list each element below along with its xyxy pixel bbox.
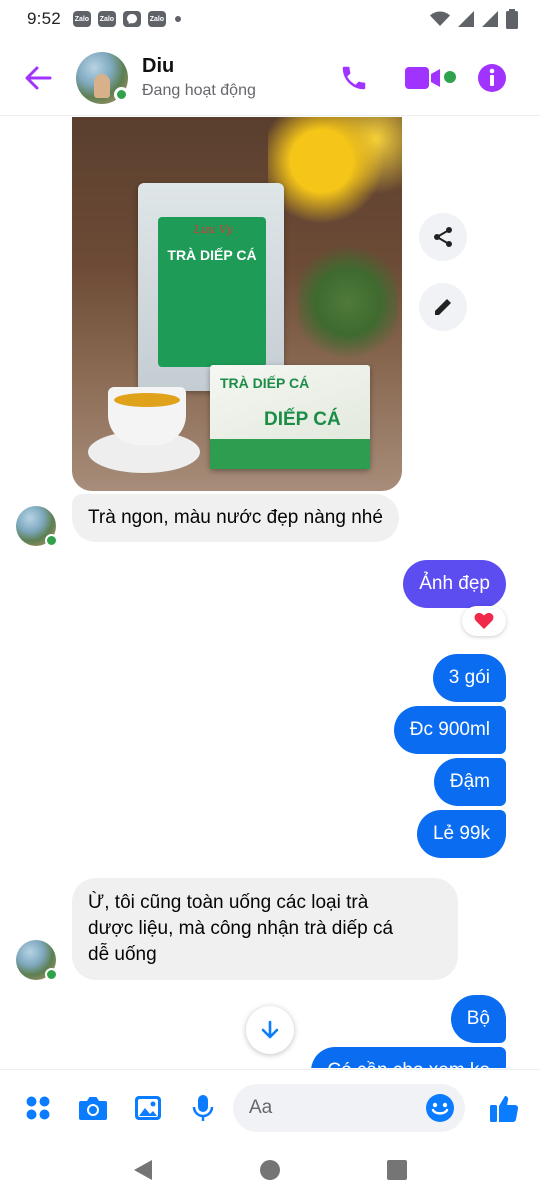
wifi-icon	[430, 11, 450, 26]
system-navigation-bar	[0, 1145, 540, 1200]
message-composer: Aa	[0, 1069, 540, 1145]
camera-icon	[79, 1097, 107, 1120]
arrow-left-icon	[25, 66, 52, 89]
message-bubble-incoming[interactable]: Ừ, tôi cũng toàn uống các loại trà dược …	[72, 878, 458, 980]
message-bubble-outgoing[interactable]: Ảnh đẹp	[403, 560, 506, 608]
message-bubble-outgoing[interactable]: Đc 900ml	[393, 706, 506, 754]
phone-icon	[342, 66, 366, 89]
square-recents-icon	[386, 1160, 407, 1180]
video-active-dot	[444, 70, 456, 83]
message-bubble-outgoing[interactable]: 3 gói	[432, 654, 506, 702]
scroll-to-bottom-button[interactable]	[246, 1006, 294, 1054]
like-button[interactable]	[484, 1088, 524, 1128]
photo-box-title-large: DIẾP CÁ	[264, 409, 341, 430]
signal-icon	[482, 11, 498, 27]
triangle-back-icon	[134, 1160, 153, 1180]
four-dots-icon	[26, 1096, 50, 1120]
more-actions-button[interactable]	[18, 1088, 58, 1128]
battery-icon	[506, 9, 518, 29]
arrow-down-icon	[261, 1020, 279, 1039]
photo-tea-box: TRÀ DIẾP CÁ DIẾP CÁ	[210, 365, 370, 469]
message-line: dễ uống	[88, 944, 157, 965]
zalo-notification-icon: Zalo	[97, 11, 116, 27]
more-notifications-icon	[174, 16, 181, 22]
message-bubble-outgoing[interactable]: Đậm	[433, 758, 506, 806]
gallery-button[interactable]	[128, 1088, 168, 1128]
nav-home-button[interactable]	[259, 1159, 281, 1186]
message-bubble-outgoing[interactable]: Có cần cho xem ko	[311, 1047, 506, 1068]
circle-home-icon	[259, 1160, 280, 1180]
back-button[interactable]	[18, 58, 58, 98]
share-button[interactable]	[419, 213, 467, 261]
message-input-placeholder: Aa	[249, 1097, 273, 1118]
share-icon	[434, 227, 452, 247]
sender-avatar[interactable]	[16, 940, 58, 981]
edit-button[interactable]	[419, 283, 467, 331]
thumbs-up-icon	[490, 1096, 519, 1123]
heart-reaction[interactable]	[462, 606, 506, 636]
image-icon	[135, 1096, 161, 1120]
nav-back-button[interactable]	[132, 1158, 154, 1187]
zalo-notification-icon: Zalo	[72, 11, 91, 27]
voice-message-button[interactable]	[183, 1088, 223, 1128]
online-indicator	[114, 86, 129, 102]
info-button[interactable]	[472, 58, 512, 98]
messenger-notification-icon	[122, 11, 141, 27]
video-camera-icon	[405, 66, 440, 89]
contact-status: Đang hoạt động	[142, 82, 256, 99]
message-bubble-outgoing[interactable]: Bộ	[450, 995, 506, 1043]
heart-icon	[474, 613, 494, 629]
contact-info[interactable]: Diu Đang hoạt động	[142, 55, 256, 100]
emoji-button[interactable]	[425, 1093, 455, 1128]
message-list[interactable]: Lưu Vy TRÀ DIẾP CÁ TRÀ DIẾP CÁ DIẾP CÁ T…	[0, 117, 540, 1068]
message-input[interactable]: Aa	[233, 1084, 465, 1132]
microphone-icon	[192, 1095, 214, 1121]
message-bubble-outgoing[interactable]: Lẻ 99k	[416, 810, 506, 858]
photo-plant	[298, 237, 398, 367]
signal-icon	[458, 11, 474, 27]
photo-tea	[114, 393, 180, 407]
photo-tea-bag: Lưu Vy TRÀ DIẾP CÁ	[138, 183, 284, 391]
status-bar: 9:52 Zalo Zalo Zalo	[0, 0, 540, 38]
zalo-notification-icon: Zalo	[147, 11, 166, 27]
photo-bag-title: TRÀ DIẾP CÁ	[167, 247, 257, 263]
pencil-icon	[435, 299, 451, 315]
smiley-icon	[426, 1094, 454, 1122]
message-line: Ừ, tôi cũng toàn uống các loại trà	[88, 892, 369, 913]
photo-box-title: TRÀ DIẾP CÁ	[220, 375, 310, 391]
video-call-button[interactable]	[396, 56, 456, 100]
message-line: dược liệu, mà công nhận trà diếp cá	[88, 918, 394, 939]
voice-call-button[interactable]	[332, 56, 376, 100]
info-icon	[478, 63, 506, 92]
message-bubble-incoming[interactable]: Trà ngon, màu nước đẹp nàng nhé	[72, 494, 399, 542]
contact-name: Diu	[142, 55, 175, 77]
contact-avatar[interactable]	[76, 51, 129, 104]
status-time: 9:52	[27, 9, 61, 28]
photo-bag-brand: Lưu Vy	[194, 223, 233, 236]
chat-header: Diu Đang hoạt động	[0, 40, 540, 116]
shared-photo[interactable]: Lưu Vy TRÀ DIẾP CÁ TRÀ DIẾP CÁ DIẾP CÁ	[72, 117, 402, 491]
sender-avatar[interactable]	[16, 506, 58, 547]
nav-recents-button[interactable]	[386, 1159, 408, 1186]
camera-button[interactable]	[73, 1088, 113, 1128]
photo-flowers	[268, 117, 402, 227]
